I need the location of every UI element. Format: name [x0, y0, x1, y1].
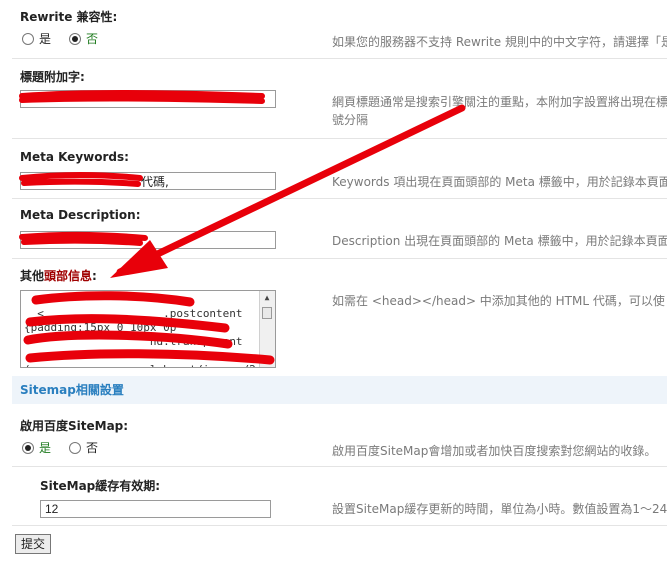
red-arrow-icon	[110, 104, 466, 278]
sitemap-cache-label: SiteMap緩存有效期:	[40, 479, 161, 493]
baidu-option-no-label: 否	[86, 441, 99, 455]
head-info-label-suffix: :	[92, 269, 97, 283]
head-info-label-red: 頭部信息	[44, 269, 93, 283]
rewrite-option-yes-label: 是	[39, 32, 52, 46]
divider	[12, 466, 667, 467]
scroll-thumb[interactable]	[262, 307, 272, 319]
divider	[12, 198, 667, 199]
divider	[12, 525, 667, 526]
divider	[12, 138, 667, 139]
meta-keywords-input[interactable]: 代碼,	[20, 172, 276, 190]
submit-button[interactable]: 提交	[15, 534, 52, 554]
divider	[12, 258, 667, 259]
title-suffix-tip-line1: 網頁標題通常是搜索引擎關注的重點，本附加字設置將出現在標	[332, 95, 667, 109]
title-suffix-label: 標題附加字:	[20, 70, 85, 84]
baidu-sitemap-tip: 啟用百度SiteMap會增加或者加快百度搜索對您網站的收錄。	[332, 444, 657, 458]
sitemap-cache-input[interactable]	[40, 500, 271, 518]
meta-description-input[interactable]	[20, 231, 276, 249]
rewrite-tip: 如果您的服務器不支持 Rewrite 規則中的中文字符，請選擇「是」	[332, 35, 667, 49]
meta-keywords-tip: Keywords 項出現在頁面頭部的 Meta 標籤中，用於記錄本頁面	[332, 175, 667, 189]
rewrite-label: Rewrite 兼容性:	[20, 10, 118, 24]
rewrite-option-no[interactable]: 否	[69, 30, 98, 47]
baidu-option-yes-label: 是	[39, 441, 52, 455]
radio-no[interactable]	[69, 441, 82, 454]
radio-no[interactable]	[69, 32, 82, 45]
baidu-option-no[interactable]: 否	[69, 439, 98, 456]
baidu-sitemap-options: 是 否	[22, 439, 116, 456]
radio-yes[interactable]	[22, 32, 34, 45]
scroll-up-arrow-icon[interactable]: ▲	[262, 293, 272, 303]
title-suffix-input[interactable]	[20, 90, 276, 108]
textarea-scrollbar[interactable]: ▲ ▼	[259, 291, 275, 367]
head-info-textarea[interactable]: < .postcontent {padding:15px 0 10px 0p n…	[20, 290, 276, 368]
meta-description-tip: Description 出現在頁面頭部的 Meta 標籤中，用於記錄本頁面	[332, 234, 667, 248]
sitemap-section-header: Sitemap相關設置	[12, 376, 667, 404]
head-info-label: 其他頭部信息:	[20, 267, 97, 284]
divider	[12, 58, 667, 59]
sitemap-cache-tip: 設置SiteMap緩存更新的時間，單位為小時。數值設置為1～24	[332, 502, 667, 516]
meta-description-label: Meta Description:	[20, 208, 141, 222]
baidu-sitemap-label: 啟用百度SiteMap:	[20, 419, 129, 433]
radio-yes[interactable]	[22, 441, 34, 454]
head-info-tip: 如需在 <head></head> 中添加其他的 HTML 代碼，可以使	[332, 294, 665, 308]
head-info-label-prefix: 其他	[20, 269, 45, 283]
scroll-down-arrow-icon[interactable]: ▼	[262, 355, 272, 365]
head-info-text: < .postcontent {padding:15px 0 10px 0p n…	[24, 307, 256, 367]
rewrite-option-yes[interactable]: 是	[22, 30, 51, 47]
title-suffix-tip-line2: 號分隔	[332, 113, 369, 127]
rewrite-options: 是 否	[22, 30, 116, 47]
rewrite-option-no-label: 否	[86, 32, 99, 46]
meta-keywords-label: Meta Keywords:	[20, 150, 129, 164]
baidu-option-yes[interactable]: 是	[22, 439, 51, 456]
